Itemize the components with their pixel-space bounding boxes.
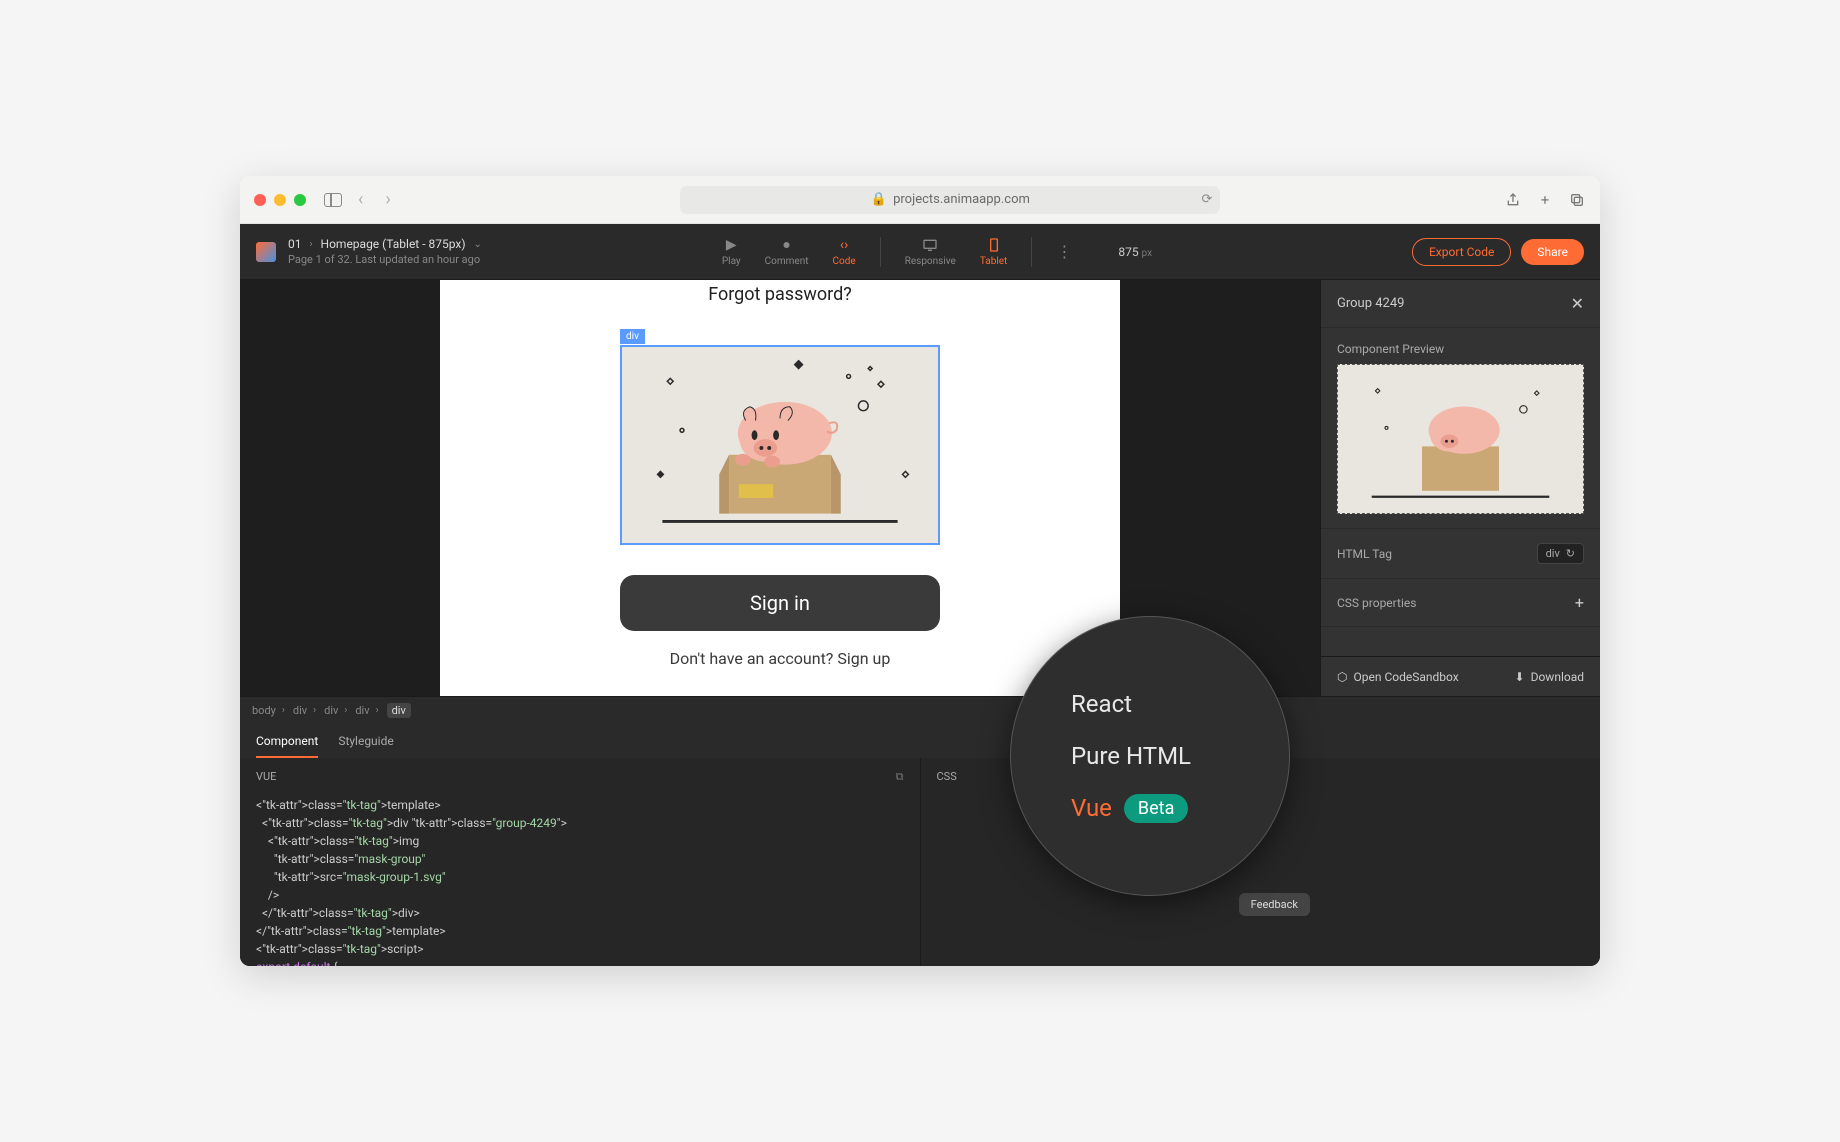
close-window-button[interactable] [254, 194, 266, 206]
back-button[interactable]: ‹ [352, 189, 369, 210]
browser-titlebar: ‹ › 🔒 projects.animaapp.com ⟳ + [240, 176, 1600, 224]
new-tab-icon[interactable]: + [1536, 191, 1554, 209]
close-panel-icon[interactable]: ✕ [1571, 294, 1584, 313]
chevron-right-icon: › [310, 239, 313, 250]
sign-in-button[interactable]: Sign in [620, 575, 940, 631]
framework-option-purehtml[interactable]: Pure HTML [1071, 742, 1289, 770]
codesandbox-icon: ⬡ [1337, 670, 1347, 684]
copy-icon[interactable]: ⧉ [896, 770, 904, 784]
sidebar-toggle-icon[interactable] [324, 193, 342, 207]
pane-label: VUE [256, 770, 276, 784]
html-tag-section: HTML Tag div ↻ [1321, 529, 1600, 579]
divider [880, 237, 881, 267]
play-icon: ▶ [723, 237, 739, 253]
code-icon: ‹› [836, 237, 852, 253]
topbar-right: Export Code Share [1412, 238, 1584, 266]
breadcrumb-page[interactable]: Homepage (Tablet - 875px) [321, 237, 466, 251]
share-icon[interactable] [1504, 191, 1522, 209]
html-tag-select[interactable]: div ↻ [1537, 543, 1584, 564]
maximize-window-button[interactable] [294, 194, 306, 206]
add-property-icon[interactable]: + [1575, 593, 1584, 612]
reset-icon[interactable]: ↻ [1566, 547, 1575, 560]
sign-up-text[interactable]: Don't have an account? Sign up [470, 649, 1090, 668]
bc-item[interactable]: div› [324, 703, 347, 718]
artboard: Forgot password? div [440, 280, 1120, 696]
framework-menu-magnified: React Pure HTML Vue Beta [1010, 616, 1290, 896]
beta-badge: Beta [1124, 794, 1188, 823]
tab-styleguide[interactable]: Styleguide [338, 734, 393, 758]
open-codesandbox-button[interactable]: ⬡ Open CodeSandbox [1337, 670, 1459, 684]
app-topbar: 01 › Homepage (Tablet - 875px) ⌄ Page 1 … [240, 224, 1600, 280]
selected-element[interactable]: div [620, 345, 940, 545]
url-text: projects.animaapp.com [893, 192, 1030, 207]
breadcrumb-root[interactable]: 01 [288, 237, 302, 251]
panel-header: Group 4249 ✕ [1321, 280, 1600, 328]
bc-item-active[interactable]: div [387, 703, 411, 718]
framework-option-react[interactable]: React [1071, 690, 1289, 718]
vue-code-content: <"tk-attr">class="tk-tag">template> <"tk… [256, 796, 904, 966]
dom-breadcrumb: body› div› div› div› div [240, 696, 1600, 724]
chevron-down-icon[interactable]: ⌄ [474, 239, 482, 250]
minimize-window-button[interactable] [274, 194, 286, 206]
anima-app: 01 › Homepage (Tablet - 875px) ⌄ Page 1 … [240, 224, 1600, 966]
page-status: Page 1 of 32. Last updated an hour ago [288, 253, 482, 266]
panel-title: Group 4249 [1337, 296, 1404, 311]
tabs-overview-icon[interactable] [1568, 191, 1586, 209]
vue-code-pane[interactable]: VUE ⧉ <"tk-attr">class="tk-tag">template… [240, 758, 920, 966]
framework-option-vue[interactable]: Vue Beta [1071, 794, 1289, 823]
comment-tool[interactable]: ● Comment [765, 237, 809, 267]
feedback-button[interactable]: Feedback [1239, 893, 1310, 916]
tablet-icon [986, 237, 1002, 253]
bc-item[interactable]: div› [355, 703, 378, 718]
play-tool[interactable]: ▶ Play [722, 237, 741, 267]
download-icon: ⬇ [1515, 670, 1525, 684]
panel-bottombar: ⬡ Open CodeSandbox ⬇ Download [1321, 656, 1600, 696]
responsive-tool[interactable]: Responsive [905, 237, 956, 267]
traffic-lights [254, 194, 306, 206]
css-props-label: CSS properties [1337, 596, 1416, 610]
preview-label: Component Preview [1337, 342, 1584, 356]
canvas-width: 875 px [1118, 245, 1152, 259]
code-tabs: Component Styleguide [240, 724, 1600, 758]
main-row: Forgot password? div [240, 280, 1600, 696]
browser-window: ‹ › 🔒 projects.animaapp.com ⟳ + 01 › [240, 176, 1600, 966]
code-section: body› div› div› div› div Component Style… [240, 696, 1600, 966]
html-tag-label: HTML Tag [1337, 547, 1392, 561]
bc-item[interactable]: body› [252, 703, 285, 718]
pig-illustration [622, 347, 938, 543]
code-panels: VUE ⧉ <"tk-attr">class="tk-tag">template… [240, 758, 1600, 966]
export-code-button[interactable]: Export Code [1412, 238, 1511, 266]
bc-item[interactable]: div› [293, 703, 316, 718]
tablet-tool[interactable]: Tablet [980, 237, 1007, 267]
component-preview-section: Component Preview [1321, 328, 1600, 529]
pane-label: CSS [937, 770, 957, 783]
code-tool[interactable]: ‹› Code [833, 237, 856, 267]
forgot-password-text: Forgot password? [470, 280, 1090, 305]
forward-button[interactable]: › [379, 189, 396, 210]
selection-tag-badge: div [620, 329, 645, 344]
css-properties-section: CSS properties + [1321, 579, 1600, 627]
anima-logo-icon[interactable] [256, 242, 276, 262]
tab-component[interactable]: Component [256, 734, 318, 758]
url-bar[interactable]: 🔒 projects.animaapp.com ⟳ [680, 186, 1220, 214]
divider [1031, 237, 1032, 267]
lock-icon: 🔒 [871, 192, 887, 207]
center-tools: ▶ Play ● Comment ‹› Code Responsive [722, 237, 1172, 267]
inspector-panel: Group 4249 ✕ Component Preview [1320, 280, 1600, 696]
download-button[interactable]: ⬇ Download [1515, 670, 1584, 684]
comment-icon: ● [779, 237, 795, 253]
preview-thumbnail [1337, 364, 1584, 514]
refresh-icon[interactable]: ⟳ [1202, 192, 1213, 207]
breadcrumbs: 01 › Homepage (Tablet - 875px) ⌄ Page 1 … [288, 237, 482, 266]
share-button[interactable]: Share [1521, 239, 1584, 265]
more-menu-icon[interactable]: ⋮ [1056, 242, 1074, 261]
titlebar-right-icons: + [1504, 191, 1586, 209]
desktop-icon [922, 237, 938, 253]
